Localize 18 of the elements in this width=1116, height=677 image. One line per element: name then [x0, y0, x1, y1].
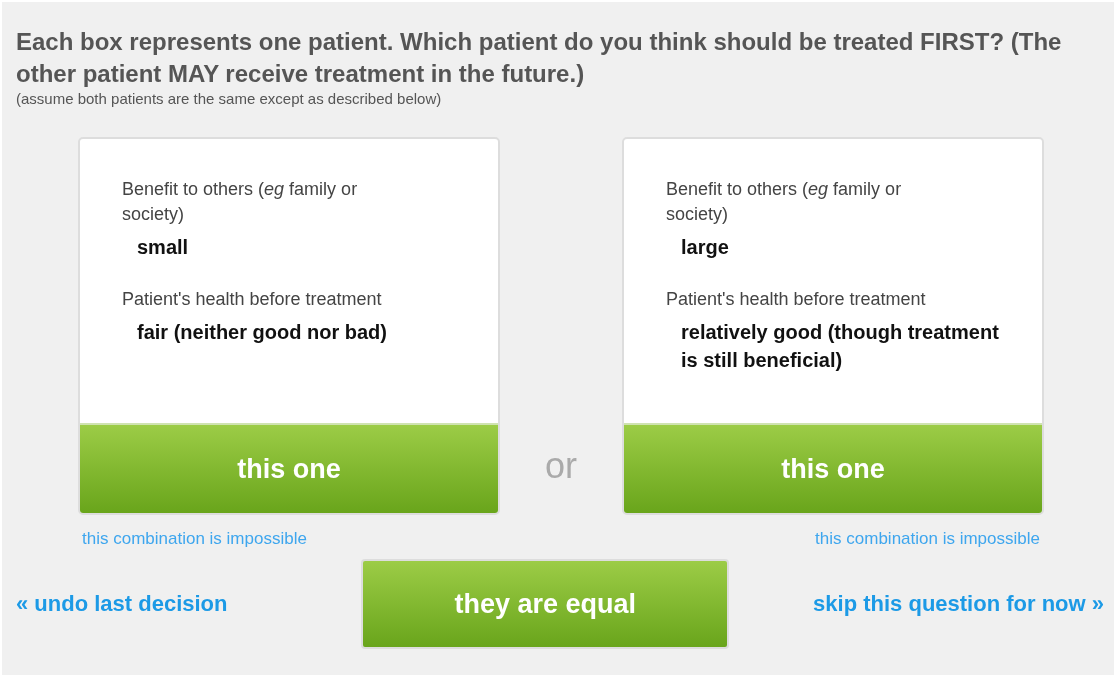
impossible-link[interactable]: this combination is impossible [78, 529, 311, 549]
attribute-value: fair (neither good nor bad) [137, 320, 388, 345]
impossible-link[interactable]: this combination is impossible [811, 529, 1044, 549]
equal-button[interactable]: they are equal [361, 559, 730, 649]
undo-link[interactable]: « undo last decision [16, 591, 228, 617]
attribute-value: small [137, 235, 190, 260]
attribute-label: Patient's health before treatment [122, 288, 383, 311]
attribute-value: large [681, 235, 730, 260]
question-title: Each box represents one patient. Which patient do you think should be treated FIRST? (The other patient MAY receive treatment in the future.) [16, 27, 1063, 89]
attribute-label: Benefit to others (eg family or society) [666, 178, 903, 226]
choose-button[interactable]: this one [80, 423, 498, 513]
attribute-label: Benefit to others (eg family or society) [122, 178, 359, 226]
question-note: (assume both patients are the same except as described below) [16, 90, 443, 107]
or-separator: or [544, 445, 578, 487]
attribute-value: relatively good (though treatment is still beneficial) [681, 320, 1000, 373]
skip-link[interactable]: skip this question for now » [813, 591, 1104, 617]
attribute-label: Patient's health before treatment [666, 288, 927, 311]
choose-button[interactable]: this one [624, 423, 1042, 513]
